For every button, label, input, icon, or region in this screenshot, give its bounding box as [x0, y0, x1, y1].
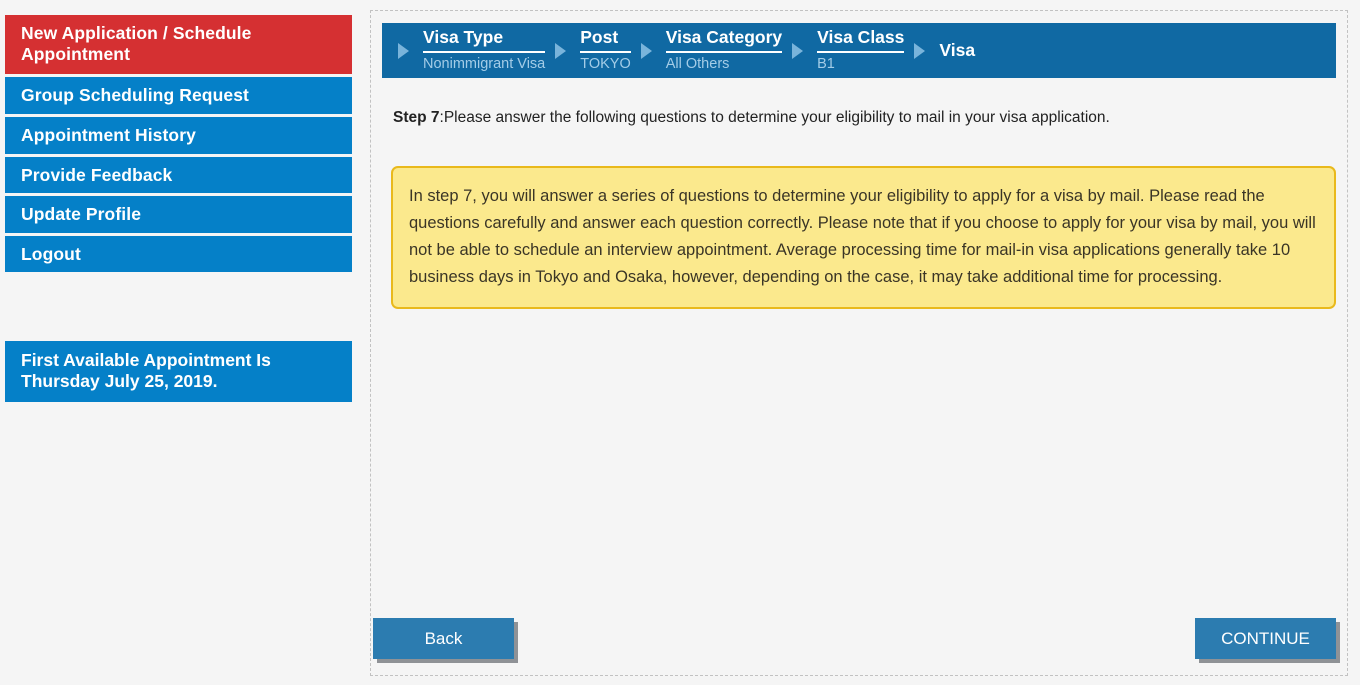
page-root: New Application / Schedule Appointment G…: [0, 0, 1360, 685]
breadcrumb-label: Post: [580, 27, 631, 53]
continue-button[interactable]: CONTINUE: [1195, 618, 1336, 659]
footer-button-row: Back CONTINUE: [371, 618, 1347, 664]
breadcrumb-item-visa-category[interactable]: Visa Category All Others: [665, 27, 783, 74]
step-instruction: Step 7:Please answer the following quest…: [393, 108, 1347, 128]
triangle-right-icon: [555, 42, 567, 59]
sidebar: New Application / Schedule Appointment G…: [0, 0, 360, 403]
first-available-appointment-banner: First Available Appointment Is Thursday …: [5, 341, 352, 403]
breadcrumb-item-visa-class[interactable]: Visa Class B1: [817, 27, 905, 74]
sidebar-item-update-profile[interactable]: Update Profile: [5, 196, 352, 233]
main-content-panel: Visa Type Nonimmigrant Visa Post TOKYO V…: [370, 10, 1348, 676]
sidebar-item-provide-feedback[interactable]: Provide Feedback: [5, 156, 352, 194]
sidebar-item-new-application[interactable]: New Application / Schedule Appointment: [5, 15, 352, 75]
breadcrumb: Visa Type Nonimmigrant Visa Post TOKYO V…: [382, 23, 1336, 78]
sidebar-item-label: Logout: [21, 243, 81, 264]
breadcrumb-label: Visa Class: [817, 27, 905, 53]
breadcrumb-label: Visa Type: [423, 27, 546, 53]
triangle-right-icon: [792, 42, 804, 59]
sidebar-item-label: Group Scheduling Request: [21, 85, 249, 106]
triangle-right-icon: [640, 42, 652, 59]
sidebar-item-label: Update Profile: [21, 204, 142, 225]
breadcrumb-value: All Others: [665, 55, 730, 72]
sidebar-item-appointment-history[interactable]: Appointment History: [5, 116, 352, 154]
sidebar-nav: New Application / Schedule Appointment G…: [5, 15, 352, 273]
breadcrumb-label: Visa Category: [665, 27, 783, 53]
triangle-right-icon: [914, 42, 926, 59]
triangle-right-icon: [398, 42, 409, 59]
sidebar-item-label: Appointment History: [21, 124, 196, 145]
breadcrumb-item-post[interactable]: Post TOKYO: [580, 27, 631, 74]
breadcrumb-value: TOKYO: [580, 55, 631, 72]
step-label: Step 7: [393, 109, 440, 126]
breadcrumb-label: Visa: [939, 39, 976, 60]
step-text: :Please answer the following questions t…: [439, 109, 1110, 126]
breadcrumb-value: Nonimmigrant Visa: [423, 55, 546, 72]
breadcrumb-value: B1: [817, 55, 835, 72]
sidebar-item-label: New Application / Schedule Appointment: [21, 23, 252, 64]
breadcrumb-item-visa: Visa: [939, 40, 975, 62]
back-button[interactable]: Back: [373, 618, 514, 659]
sidebar-item-logout[interactable]: Logout: [5, 235, 352, 273]
sidebar-item-group-scheduling[interactable]: Group Scheduling Request: [5, 77, 352, 114]
eligibility-note-box: In step 7, you will answer a series of q…: [391, 166, 1336, 310]
breadcrumb-item-visa-type[interactable]: Visa Type Nonimmigrant Visa: [423, 27, 546, 74]
sidebar-item-label: Provide Feedback: [21, 164, 173, 185]
